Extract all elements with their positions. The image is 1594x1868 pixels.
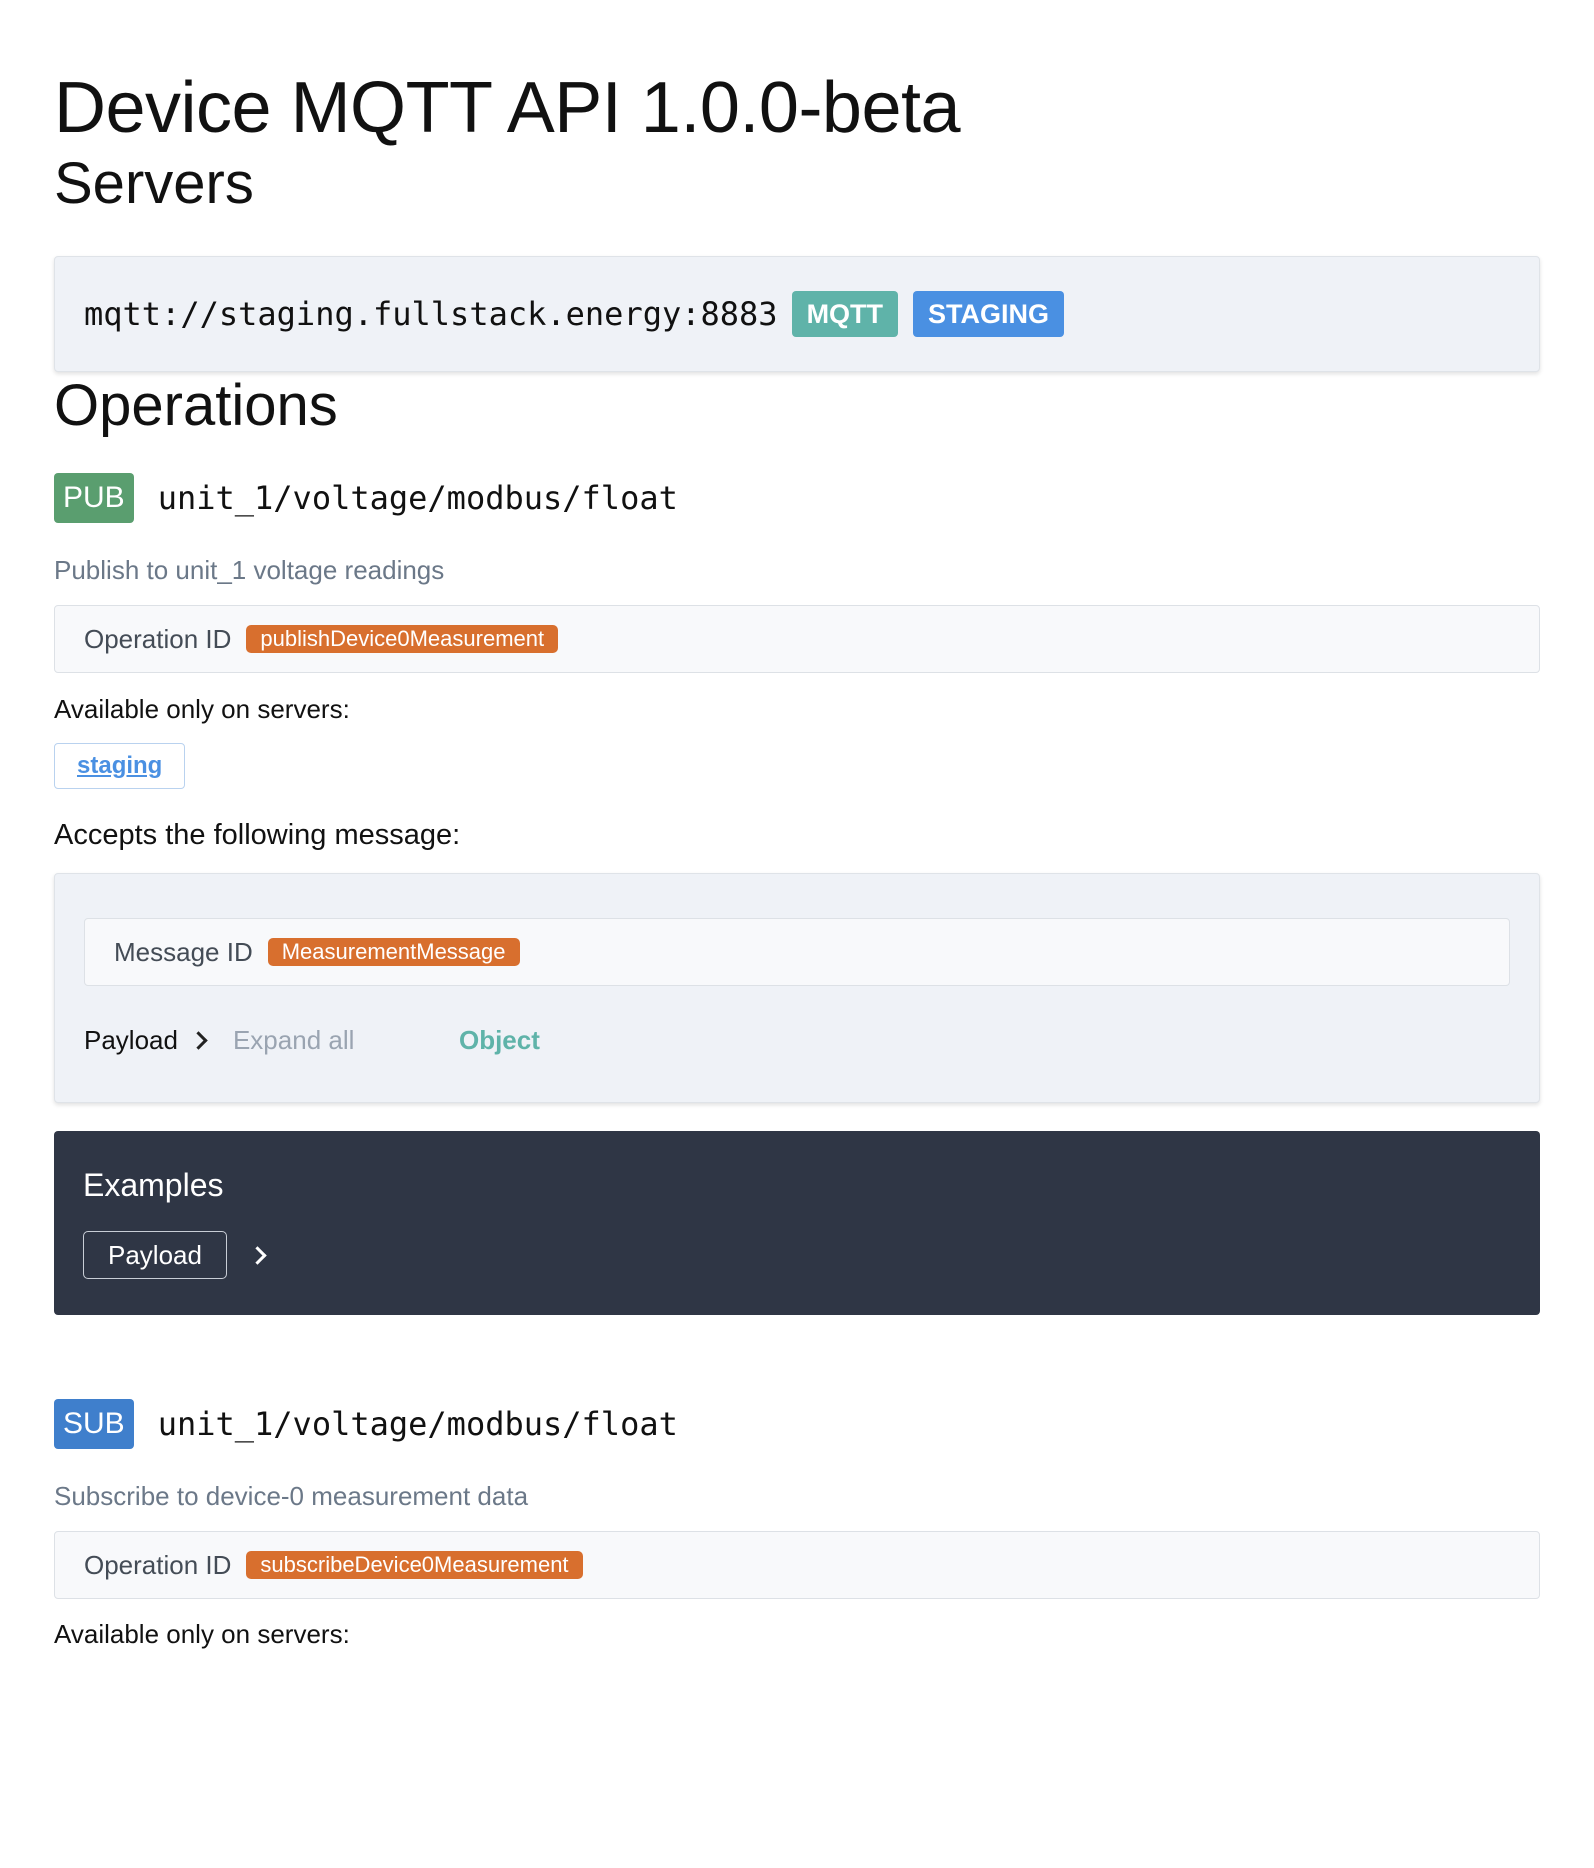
server-url: mqtt://staging.fullstack.energy:8883	[84, 295, 778, 333]
message-id-box: Message ID MeasurementMessage	[84, 918, 1510, 986]
api-doc-page: Device MQTT API 1.0.0-beta Servers mqtt:…	[0, 0, 1594, 1868]
payload-row: Payload Expand all Object	[84, 1022, 1510, 1058]
examples-title: Examples	[83, 1167, 224, 1203]
operation-id-label: Operation ID	[84, 623, 232, 654]
expand-all-button[interactable]: Expand all	[233, 1025, 459, 1056]
operation-header: SUB unit_1/voltage/modbus/float	[54, 1399, 1540, 1449]
channel-name: unit_1/voltage/modbus/float	[157, 1405, 678, 1443]
servers-heading: Servers	[54, 151, 254, 216]
operation-header: PUB unit_1/voltage/modbus/float	[54, 473, 1540, 523]
operation-subscribe: SUB unit_1/voltage/modbus/float Subscrib…	[54, 1399, 1540, 1650]
server-link-staging[interactable]: staging	[54, 743, 186, 789]
operation-publish: PUB unit_1/voltage/modbus/float Publish …	[54, 473, 1540, 1315]
chevron-right-icon[interactable]	[248, 1245, 267, 1265]
sub-badge: SUB	[54, 1399, 134, 1449]
operation-id-label: Operation ID	[84, 1549, 232, 1580]
operation-id-pill: subscribeDevice0Measurement	[246, 1551, 583, 1579]
operation-id-box: Operation ID publishDevice0Measurement	[54, 605, 1540, 673]
operation-description: Subscribe to device-0 measurement data	[54, 1481, 529, 1511]
available-servers-label: Available only on servers:	[54, 694, 350, 724]
examples-row: Payload	[83, 1231, 1511, 1279]
payload-label: Payload	[84, 1024, 178, 1055]
server-entry: mqtt://staging.fullstack.energy:8883 MQT…	[54, 256, 1540, 372]
page-title: Device MQTT API 1.0.0-beta	[54, 68, 961, 148]
operation-id-pill: publishDevice0Measurement	[246, 625, 559, 653]
operation-description: Publish to unit_1 voltage readings	[54, 555, 445, 585]
message-box: Message ID MeasurementMessage Payload Ex…	[54, 873, 1540, 1103]
available-servers-label: Available only on servers:	[54, 1619, 350, 1649]
channel-name: unit_1/voltage/modbus/float	[157, 479, 678, 517]
example-payload-button[interactable]: Payload	[83, 1231, 227, 1279]
operation-id-box: Operation ID subscribeDevice0Measurement	[54, 1531, 1540, 1599]
chevron-right-icon[interactable]	[189, 1030, 208, 1050]
payload-type: Object	[458, 1024, 540, 1055]
environment-badge: STAGING	[913, 291, 1065, 337]
accepts-message-label: Accepts the following message:	[54, 819, 461, 851]
message-id-pill: MeasurementMessage	[267, 938, 520, 966]
protocol-badge: MQTT	[791, 291, 899, 337]
message-id-label: Message ID	[114, 936, 253, 967]
operations-heading: Operations	[54, 373, 338, 438]
examples-panel: Examples Payload	[54, 1131, 1540, 1315]
pub-badge: PUB	[54, 473, 134, 523]
